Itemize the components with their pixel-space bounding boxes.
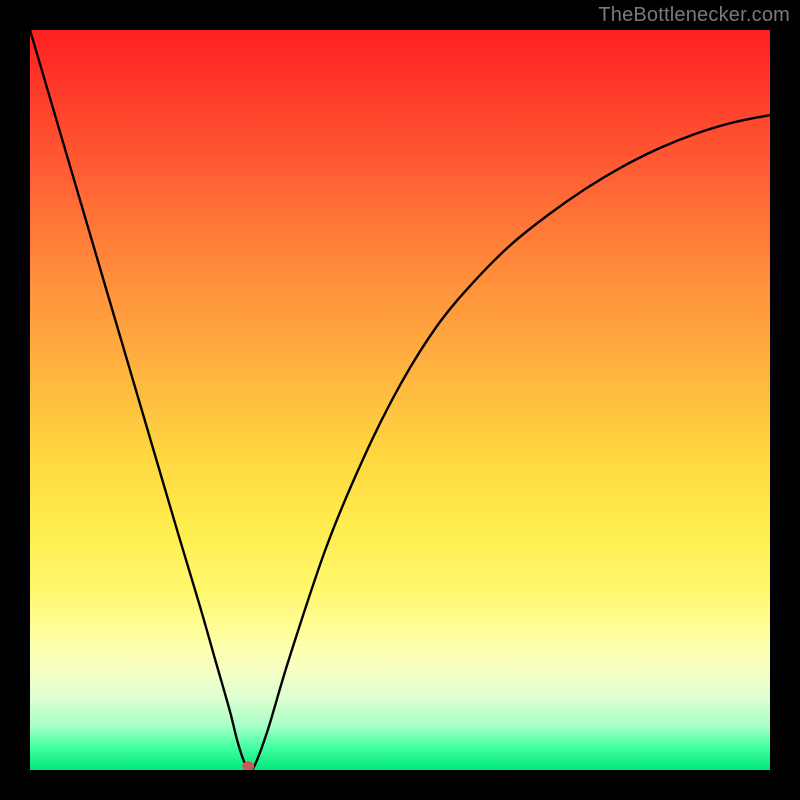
plot-area	[30, 30, 770, 770]
curve-svg	[30, 30, 770, 770]
bottleneck-curve-path	[30, 30, 770, 770]
chart-frame: TheBottlenecker.com	[0, 0, 800, 800]
attribution-text: TheBottlenecker.com	[598, 4, 790, 27]
